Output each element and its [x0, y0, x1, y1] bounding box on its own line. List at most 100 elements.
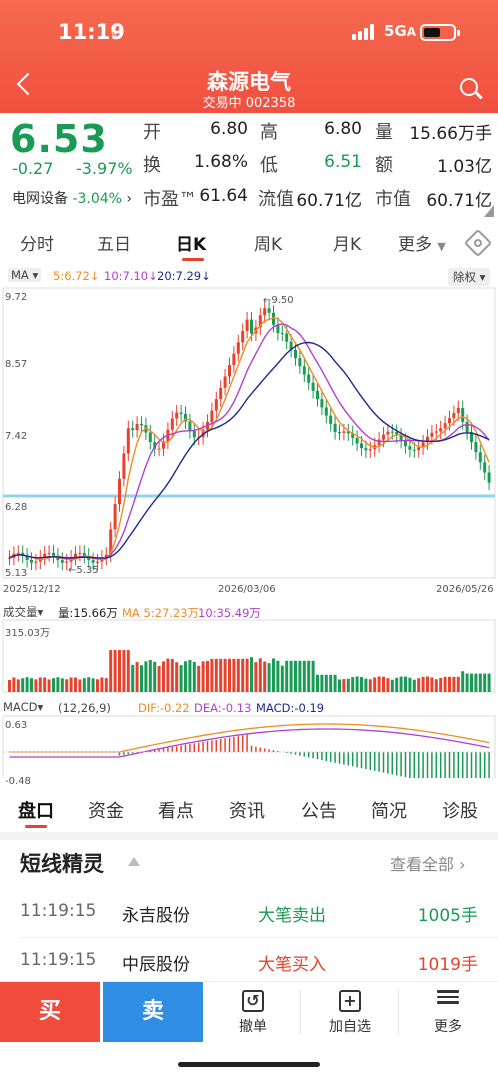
tab-announcements[interactable]: 公告 — [301, 797, 337, 823]
row-volume: 1019手 — [417, 955, 478, 975]
candle-body — [474, 442, 478, 453]
candle-body — [404, 440, 407, 447]
tab-orderbook[interactable]: 盘口 — [18, 797, 54, 823]
volume-bar — [184, 661, 187, 692]
tab-daily-k[interactable]: 日K — [176, 230, 206, 255]
volume-bar — [34, 679, 38, 692]
list-item[interactable]: 11:19:15 中辰股份 大笔买入 1019手 — [0, 942, 498, 982]
add-watchlist-button[interactable]: + 加自选 — [303, 982, 397, 1042]
candle-body — [333, 423, 337, 433]
volume-bar — [329, 674, 333, 692]
volume-bar — [201, 661, 205, 692]
amount-label: 额 — [375, 155, 393, 176]
candle-body — [382, 434, 385, 440]
battery-icon — [420, 24, 460, 41]
turnover-value: 1.68% — [193, 152, 248, 172]
header: 11:19 ☾ 5GA 森源电气 交易中 002358 — [0, 0, 498, 113]
candle-body — [443, 423, 447, 429]
volume-bar — [179, 665, 183, 692]
volume-bar — [456, 676, 460, 692]
volume-indicator-select[interactable]: 成交量▾ — [3, 604, 43, 620]
tab-diagnosis[interactable]: 诊股 — [442, 797, 478, 823]
candle-body — [47, 552, 51, 554]
volume-bar — [443, 676, 447, 692]
candle-body — [175, 412, 179, 419]
volume-bar — [214, 658, 218, 692]
volume-bar — [153, 661, 157, 692]
volume-bar — [360, 677, 363, 692]
more-button[interactable]: 更多 — [401, 982, 495, 1042]
candle-body — [245, 319, 249, 331]
volume-bar — [421, 676, 425, 692]
sector-link[interactable]: 电网设备 -3.04% › — [12, 188, 132, 208]
volume-bar — [96, 679, 99, 692]
volume-bar — [118, 650, 121, 692]
cancel-order-button[interactable]: ↺ 撤单 — [206, 982, 300, 1042]
ma20-line — [9, 341, 490, 559]
volume-bar — [78, 679, 82, 692]
list-item[interactable]: 11:19:15 永吉股份 大笔卖出 1005手 — [0, 893, 498, 933]
candle-body — [210, 410, 214, 422]
signal-icon — [352, 24, 378, 40]
candle-body — [241, 330, 245, 343]
volume-bar — [144, 661, 148, 692]
row-action: 大笔卖出 — [258, 906, 326, 926]
volume-bar — [91, 678, 95, 692]
high-label: 高 — [260, 122, 278, 143]
candle-body — [91, 560, 95, 563]
volume-bar — [21, 678, 25, 692]
high-annotation: ←9.50 — [263, 295, 294, 306]
volume-bar — [333, 674, 337, 692]
expand-corner-icon[interactable] — [484, 205, 494, 217]
chart-settings-icon[interactable] — [463, 228, 493, 258]
macd-indicator-select[interactable]: MACD▾ — [3, 700, 43, 714]
low-value: 6.51 — [324, 152, 362, 172]
volume-bar — [113, 650, 117, 692]
stock-status: 交易中 002358 — [202, 96, 296, 111]
dea-line — [9, 728, 490, 758]
volume-bar — [43, 677, 47, 692]
tab-profile[interactable]: 简况 — [371, 797, 407, 823]
cancel-order-icon: ↺ — [242, 990, 264, 1012]
tab-weekly-k[interactable]: 周K — [254, 230, 282, 255]
volume-bar — [404, 676, 407, 692]
tab-five-day[interactable]: 五日 — [97, 230, 131, 255]
row-volume: 1005手 — [417, 906, 478, 926]
volume-bar — [390, 679, 394, 692]
macd-params: (12,26,9) — [58, 701, 111, 715]
ma5-line — [9, 316, 490, 561]
tab-more[interactable]: 更多 ▼ — [398, 230, 446, 255]
candle-body — [364, 448, 368, 451]
volume-bar — [408, 677, 412, 692]
candle-body — [52, 552, 55, 556]
price-tick-4: 6.28 — [5, 502, 28, 513]
tab-monthly-k[interactable]: 月K — [333, 230, 361, 255]
volume-bar — [412, 679, 416, 692]
tab-funds[interactable]: 资金 — [88, 797, 124, 823]
volume-bar — [188, 659, 192, 692]
collapse-icon[interactable] — [128, 857, 140, 866]
candle-body — [430, 432, 434, 437]
toolbar-divider — [398, 990, 399, 1034]
kline-chart-area[interactable]: MA ▾ 5:6.72↓ 10:7.10↓ 20:7.29↓ 除权 ▾ 9.72… — [0, 264, 498, 787]
volume-bar — [30, 678, 33, 692]
view-all-link[interactable]: 查看全部 › — [390, 851, 466, 875]
tab-highlights[interactable]: 看点 — [158, 797, 194, 823]
sell-button[interactable]: 卖 — [103, 982, 203, 1042]
pe-value: 61.64 — [199, 186, 248, 206]
buy-button[interactable]: 买 — [0, 982, 100, 1042]
candle-body — [342, 431, 346, 433]
volume-bar — [157, 665, 161, 692]
volume-bar — [25, 677, 29, 692]
search-icon[interactable] — [460, 78, 483, 100]
float-cap-value: 60.71亿 — [296, 191, 362, 211]
volume-bar — [294, 660, 297, 692]
tab-news[interactable]: 资讯 — [229, 797, 265, 823]
date-mid: 2026/03/06 — [218, 584, 276, 595]
tab-intraday[interactable]: 分时 — [20, 230, 54, 255]
volume-bar — [320, 674, 324, 692]
volume-bar — [175, 662, 179, 692]
candle-body — [118, 478, 121, 505]
plus-icon: + — [339, 990, 361, 1012]
network-label: 5GA — [384, 22, 417, 40]
